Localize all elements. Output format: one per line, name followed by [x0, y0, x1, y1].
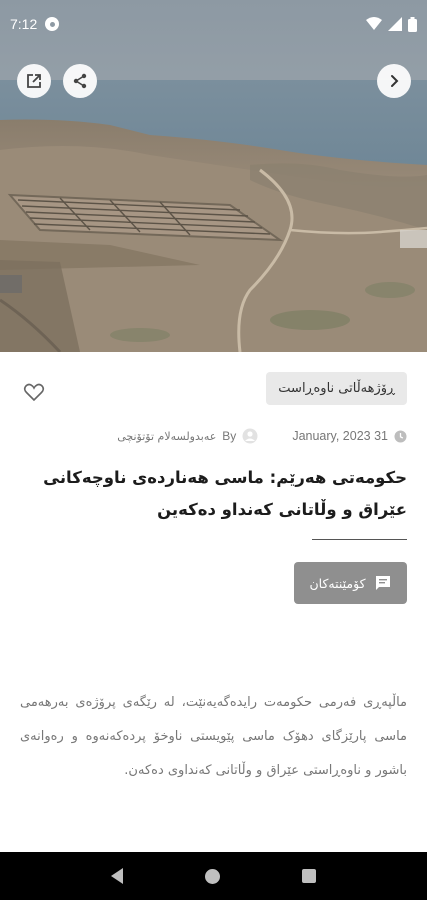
article-date: January, 2023 31 [292, 429, 388, 443]
nav-home-icon[interactable] [205, 868, 220, 884]
nav-back-icon[interactable] [111, 868, 123, 884]
comments-label: کۆمێنتەکان [309, 575, 366, 591]
article-body: ماڵپەڕی فەرمی حکومەت رایدەگەیەنێت، لە رێ… [20, 695, 407, 778]
open-external-button[interactable] [17, 64, 51, 98]
status-time: 7:12 [10, 16, 38, 32]
favorite-heart-icon[interactable] [22, 380, 46, 404]
notification-icon [45, 17, 60, 31]
chevron-right-icon [391, 75, 399, 87]
nav-recents-icon[interactable] [302, 869, 316, 883]
comments-button[interactable]: کۆمێنتەکان [294, 562, 407, 604]
hero-image [0, 0, 427, 352]
aerial-landscape-image [0, 0, 427, 352]
next-article-button[interactable] [377, 64, 411, 98]
battery-icon [408, 16, 417, 32]
user-avatar-icon [242, 428, 258, 444]
share-icon [73, 73, 87, 89]
category-chip[interactable]: ڕۆژهەڵاتی ناوەڕاست [266, 372, 407, 405]
title-divider [312, 539, 407, 540]
author-prefix: By [222, 429, 237, 443]
system-nav-bar [0, 852, 427, 900]
signal-icon [388, 17, 402, 31]
share-button[interactable] [63, 64, 97, 98]
status-right [366, 16, 417, 32]
article-title: حکومەتی هەرێم: ماسی هەناردەی ناوچەکانی ع… [43, 468, 407, 519]
status-bar: 7:12 [0, 0, 427, 48]
comment-icon [375, 576, 390, 590]
clock-icon [394, 430, 407, 442]
wifi-icon [366, 17, 382, 30]
article-meta: عەبدولسەلام تۆتۆنچی By January, 2023 31 [20, 428, 407, 444]
status-left: 7:12 [10, 16, 60, 32]
author-name[interactable]: عەبدولسەلام تۆتۆنچی [117, 430, 216, 443]
open-external-icon [27, 74, 41, 88]
